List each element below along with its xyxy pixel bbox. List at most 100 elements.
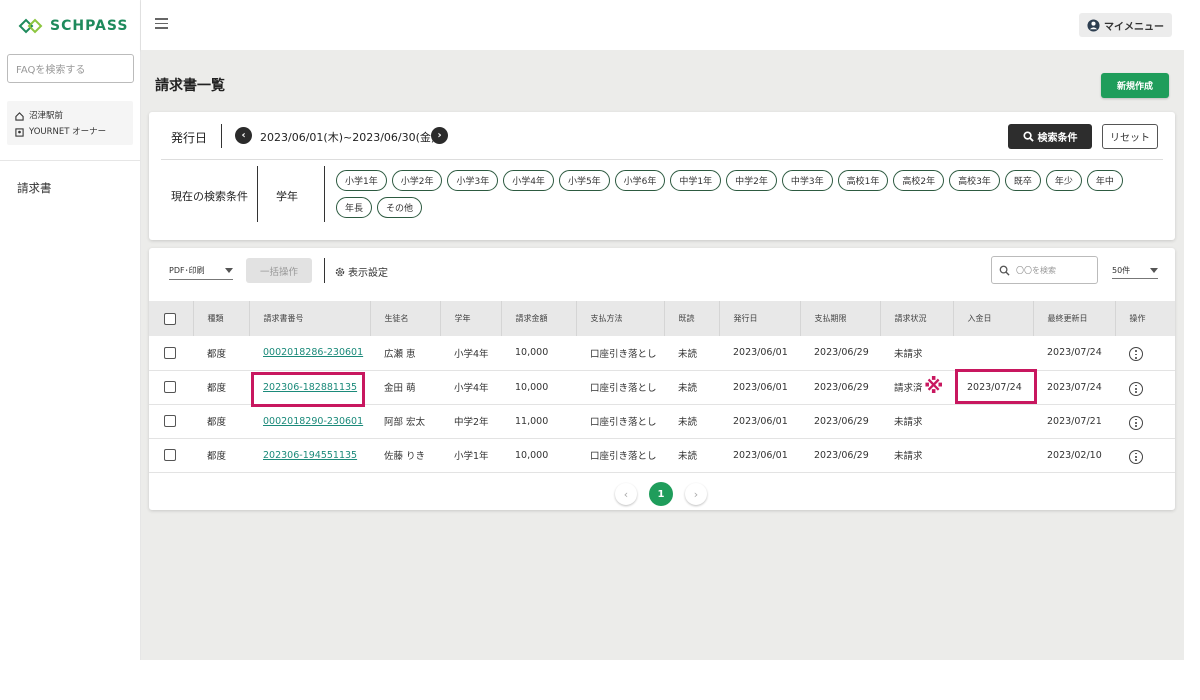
next-month-icon[interactable]: ›	[431, 127, 448, 144]
updated-cell: 2023/07/24	[1033, 336, 1115, 371]
grade-chip[interactable]: 既卒	[1004, 170, 1041, 191]
grade-chip[interactable]: 高校2年	[893, 170, 945, 191]
sidebar-item-invoices[interactable]: 請求書	[17, 180, 52, 196]
display-settings-label: 表示設定	[348, 268, 388, 279]
account-box[interactable]: 沼津駅前 YOURNET オーナー	[7, 101, 133, 145]
next-page-icon[interactable]: ›	[685, 483, 707, 505]
column-header[interactable]: 請求金額	[501, 301, 577, 336]
row-checkbox[interactable]	[164, 381, 176, 393]
grade-chip[interactable]: 中学2年	[726, 170, 777, 191]
invoice-number-link[interactable]: 0002018286-230601	[263, 347, 363, 358]
annotation-mark: ※	[924, 374, 944, 398]
table-row[interactable]: 都度 0002018286-230601 広瀬 恵 小学4年 10,000 口座…	[149, 336, 1175, 371]
account-circle-icon	[1087, 18, 1100, 32]
grade-cell: 小学4年	[440, 336, 501, 371]
row-checkbox[interactable]	[164, 415, 176, 427]
create-new-button[interactable]: 新規作成	[1101, 73, 1169, 98]
column-header[interactable]: 既読	[664, 301, 720, 336]
column-header[interactable]: 学年	[440, 301, 502, 336]
grade-chip[interactable]: 年長	[336, 197, 373, 218]
grade-chip[interactable]: 高校3年	[949, 170, 1000, 191]
scrollbar-track[interactable]	[1184, 0, 1200, 660]
invoice-number-link[interactable]: 0002018290-230601	[263, 416, 363, 427]
grade-chip[interactable]: 小学1年	[336, 170, 387, 191]
pdf-print-select[interactable]: PDF･印刷	[169, 262, 233, 280]
grade-chip[interactable]: 小学6年	[614, 170, 666, 191]
prev-page-icon[interactable]: ‹	[615, 483, 637, 505]
current-conditions-label: 現在の検索条件	[171, 190, 248, 203]
more-options-icon[interactable]	[1129, 381, 1143, 396]
column-header[interactable]: 請求状況	[880, 301, 954, 336]
column-header[interactable]: 生徒名	[370, 301, 441, 336]
page-number-current[interactable]: 1	[649, 482, 673, 506]
grade-chip[interactable]: 小学4年	[503, 170, 554, 191]
select-all-cell	[149, 301, 194, 336]
my-menu-label: マイメニュー	[1104, 21, 1164, 33]
per-page-select[interactable]: 50件	[1112, 262, 1158, 279]
grade-chip[interactable]: 小学2年	[391, 170, 443, 191]
grade-chip[interactable]: 高校1年	[837, 170, 889, 191]
due-cell: 2023/06/29	[800, 370, 880, 405]
table-search-input[interactable]: 〇〇を検索	[991, 256, 1098, 284]
column-header[interactable]: 種類	[193, 301, 250, 336]
row-checkbox[interactable]	[164, 449, 176, 461]
divider	[257, 166, 258, 222]
table-row[interactable]: 都度 202306-194551135 佐藤 りき 小学1年 10,000 口座…	[149, 438, 1175, 473]
paid-cell	[953, 336, 1033, 371]
more-options-icon[interactable]	[1129, 347, 1143, 362]
row-checkbox[interactable]	[164, 346, 176, 359]
issued-cell: 2023/06/01	[719, 438, 800, 473]
updated-cell: 2023/02/10	[1033, 438, 1115, 473]
app-logo[interactable]: SCHPASS	[18, 18, 128, 34]
grade-chip[interactable]: 中学3年	[781, 170, 833, 191]
method-cell: 口座引き落とし	[576, 438, 664, 473]
read-cell: 未読	[664, 370, 719, 405]
column-header[interactable]: 支払方法	[576, 301, 665, 336]
column-header[interactable]: 発行日	[719, 301, 801, 336]
divider	[324, 166, 325, 222]
reset-button[interactable]: リセット	[1102, 124, 1158, 149]
table-row[interactable]: 都度 0002018290-230601 阿部 宏太 中学2年 11,000 口…	[149, 404, 1175, 439]
column-header[interactable]: 入金日	[953, 301, 1034, 336]
amount-cell: 10,000	[501, 336, 576, 371]
read-cell: 未読	[664, 438, 719, 473]
grade-cell: 小学4年	[440, 370, 501, 405]
bottom-blank	[0, 660, 1200, 700]
updated-cell: 2023/07/24	[1033, 370, 1115, 405]
bulk-action-button[interactable]: 一括操作	[246, 258, 312, 283]
my-menu-button[interactable]: マイメニュー	[1079, 13, 1172, 37]
amount-cell: 11,000	[501, 404, 576, 439]
read-cell: 未読	[664, 404, 719, 439]
grade-chip[interactable]: 小学5年	[558, 170, 610, 191]
per-page-label: 50件	[1112, 265, 1131, 275]
type-cell: 都度	[193, 438, 249, 473]
grade-chip[interactable]: 小学3年	[447, 170, 499, 191]
faq-search-input[interactable]: FAQを検索する	[7, 54, 134, 83]
prev-month-icon[interactable]: ‹	[235, 127, 252, 144]
grade-chip[interactable]: その他	[377, 197, 423, 218]
updated-cell: 2023/07/21	[1033, 404, 1115, 439]
highlight-box-invoice-number	[251, 372, 365, 407]
invoice-number-link[interactable]: 202306-194551135	[263, 450, 357, 461]
grade-chip[interactable]: 年少	[1045, 170, 1082, 191]
column-header[interactable]: 請求書番号	[249, 301, 371, 336]
amount-cell: 10,000	[501, 438, 576, 473]
method-cell: 口座引き落とし	[576, 336, 664, 371]
column-header[interactable]: 最終更新日	[1033, 301, 1116, 336]
top-header: マイメニュー	[141, 0, 1184, 50]
column-header[interactable]: 支払期限	[800, 301, 881, 336]
display-settings-button[interactable]: 表示設定	[335, 264, 388, 279]
logo-mark-icon	[18, 18, 43, 34]
grade-chip[interactable]: 中学1年	[670, 170, 722, 191]
grade-cell: 小学1年	[440, 438, 501, 473]
more-options-icon[interactable]	[1129, 449, 1143, 464]
search-conditions-button[interactable]: 検索条件	[1008, 124, 1092, 149]
more-options-icon[interactable]	[1129, 415, 1143, 430]
sidebar-divider	[0, 160, 140, 161]
grade-chip[interactable]: 年中	[1086, 170, 1123, 191]
hamburger-menu-icon[interactable]	[155, 18, 168, 29]
type-cell: 都度	[193, 336, 249, 371]
page-title: 請求書一覧	[155, 78, 225, 94]
select-all-checkbox[interactable]	[164, 312, 176, 325]
due-cell: 2023/06/29	[800, 336, 880, 371]
